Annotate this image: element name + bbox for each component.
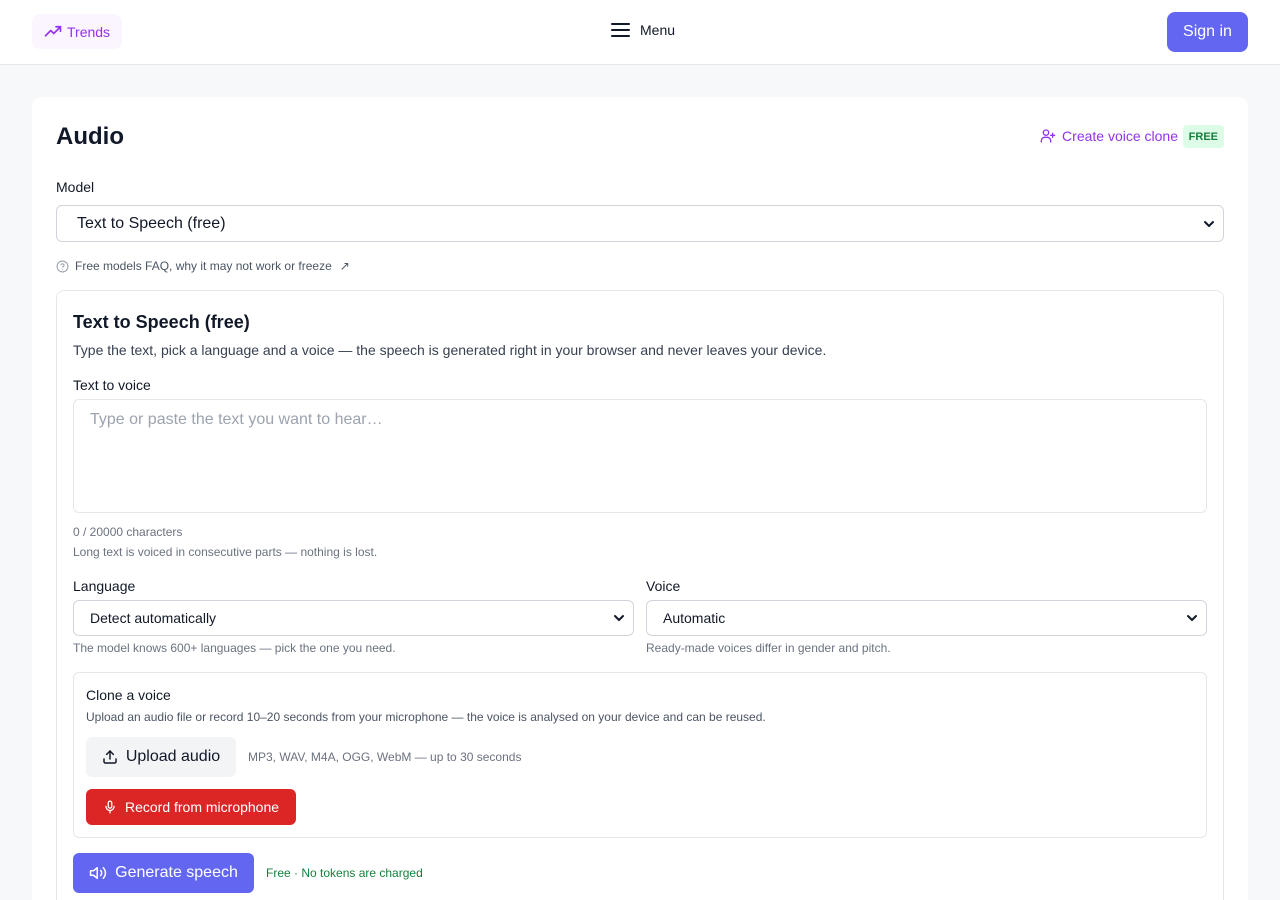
voice-hint: Ready-made voices differ in gender and p…	[646, 641, 891, 655]
top-bar: Trends Menu Sign in	[0, 0, 1280, 65]
record-microphone-label: Record from microphone	[124, 799, 280, 815]
trends-label: Trends	[67, 23, 111, 40]
language-hint: The model knows 600+ languages — pick th…	[73, 641, 396, 655]
trends-button[interactable]: Trends	[32, 14, 123, 49]
panel-title: Text to Speech (free)	[73, 312, 250, 332]
hamburger-menu-icon	[611, 22, 630, 38]
create-voice-clone-label: Create voice clone	[1062, 128, 1178, 144]
tts-panel: Text to Speech (free) Type the text, pic…	[56, 290, 1224, 900]
upload-audio-label: Upload audio	[125, 748, 221, 765]
speaker-icon	[89, 864, 107, 882]
clone-voice-description: Upload an audio file or record 10–20 sec…	[86, 710, 766, 724]
user-plus-icon	[1040, 128, 1056, 144]
generate-speech-label: Generate speech	[115, 864, 238, 881]
help-circle-icon	[56, 260, 69, 273]
voice-label: Voice	[646, 578, 681, 594]
audio-card: Audio Create voice clone FREE Model Text…	[32, 97, 1248, 900]
chevron-down-icon	[613, 612, 625, 624]
voice-select-value: Automatic	[663, 610, 726, 626]
clone-voice-box: Clone a voice Upload an audio file or re…	[73, 672, 1207, 838]
language-label: Language	[73, 578, 136, 594]
menu-button[interactable]: Menu	[611, 22, 675, 38]
model-select[interactable]: Text to Speech (free)	[56, 205, 1224, 242]
faq-label: Free models FAQ, why it may not work or …	[75, 259, 332, 273]
generate-speech-button[interactable]: Generate speech	[73, 853, 254, 893]
character-count: 0 / 20000 characters	[73, 525, 183, 539]
faq-link[interactable]: Free models FAQ, why it may not work or …	[56, 259, 350, 273]
trending-up-icon	[44, 23, 62, 41]
panel-description: Type the text, pick a language and a voi…	[73, 342, 827, 358]
record-microphone-button[interactable]: Record from microphone	[86, 789, 296, 825]
create-voice-clone-link[interactable]: Create voice clone	[1040, 128, 1178, 144]
chevron-down-icon	[1186, 612, 1198, 624]
sign-in-button[interactable]: Sign in	[1167, 12, 1248, 52]
page-title: Audio	[56, 123, 124, 150]
upload-icon	[102, 749, 118, 765]
voice-select[interactable]: Automatic	[646, 600, 1207, 636]
long-text-hint: Long text is voiced in consecutive parts…	[73, 545, 378, 559]
chevron-down-icon	[1203, 218, 1215, 230]
text-to-voice-label: Text to voice	[73, 377, 151, 393]
language-select[interactable]: Detect automatically	[73, 600, 634, 636]
microphone-icon	[103, 800, 117, 814]
menu-label: Menu	[640, 22, 676, 38]
model-select-value: Text to Speech (free)	[77, 214, 226, 232]
upload-audio-button[interactable]: Upload audio	[86, 737, 236, 777]
free-note: Free · No tokens are charged	[266, 866, 423, 880]
free-badge: FREE	[1182, 125, 1224, 148]
language-select-value: Detect automatically	[90, 610, 217, 626]
clone-voice-title: Clone a voice	[86, 687, 171, 703]
text-to-voice-input[interactable]: Type or paste the text you want to hear…	[73, 399, 1207, 513]
model-label: Model	[56, 179, 95, 195]
upload-format-hint: MP3, WAV, M4A, OGG, WebM — up to 30 seco…	[248, 750, 522, 764]
external-link-icon: ↗	[339, 259, 350, 273]
